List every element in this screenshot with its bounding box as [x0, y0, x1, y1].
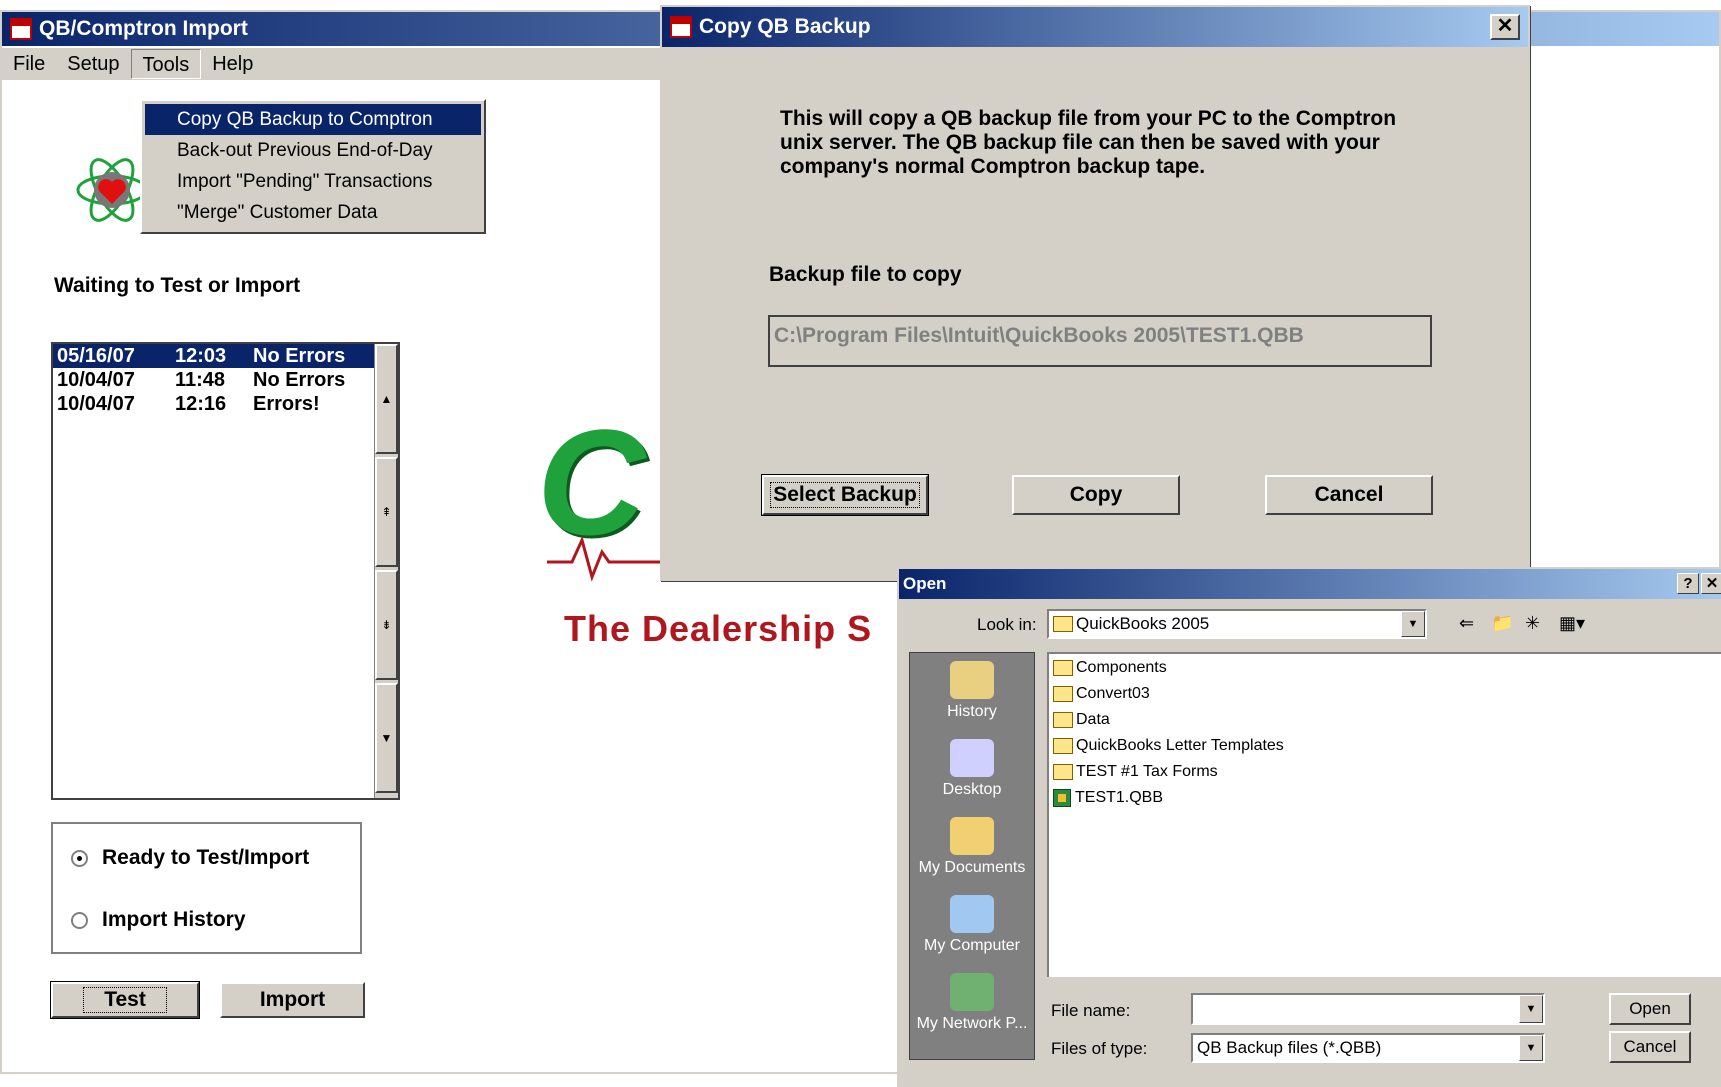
backup-path-field: C:\Program Files\Intuit\QuickBooks 2005\…	[768, 315, 1432, 367]
chevron-down-icon[interactable]: ▼	[1519, 995, 1543, 1023]
scroll-up-button[interactable]: ▲	[375, 344, 398, 454]
menu-help[interactable]: Help	[201, 49, 264, 79]
look-in-combo[interactable]: QuickBooks 2005 ▼	[1047, 609, 1427, 639]
list-item[interactable]: QuickBooks Letter Templates	[1053, 737, 1284, 755]
list-item[interactable]: 10/04/07 11:48 No Errors	[53, 368, 375, 392]
folder-icon	[1053, 616, 1073, 632]
network-icon	[950, 973, 994, 1011]
place-history[interactable]: History	[910, 661, 1034, 721]
look-in-label: Look in:	[977, 615, 1037, 634]
place-my-documents[interactable]: My Documents	[910, 817, 1034, 877]
menu-tools[interactable]: Tools	[130, 49, 202, 79]
view-menu-icon[interactable]: ▦▾	[1559, 613, 1585, 634]
mode-group: Ready to Test/Import Import History	[51, 822, 362, 954]
places-bar: History Desktop My Documents My Computer…	[909, 652, 1035, 1060]
list-item[interactable]: Data	[1053, 711, 1110, 729]
heart-atom-logo	[76, 158, 148, 222]
up-folder-icon[interactable]: 📁	[1491, 613, 1513, 634]
qbb-file-icon	[1053, 789, 1071, 807]
help-icon[interactable]: ?	[1677, 573, 1699, 594]
list-item[interactable]: Components	[1053, 659, 1167, 677]
history-listbox[interactable]: 05/16/07 12:03 No Errors 10/04/07 11:48 No E…	[51, 342, 400, 800]
new-folder-icon[interactable]: ✳	[1525, 613, 1540, 634]
test-button[interactable]: Test	[50, 981, 200, 1019]
menubar: File Setup Tools Help	[2, 48, 662, 80]
menu-merge-customer[interactable]: "Merge" Customer Data	[145, 197, 481, 228]
status-label: Waiting to Test or Import	[54, 274, 301, 297]
tools-dropdown-menu: Copy QB Backup to Comptron Back-out Prev…	[140, 99, 486, 234]
radio-button-icon[interactable]	[71, 911, 88, 929]
menu-import-pending[interactable]: Import "Pending" Transactions	[145, 166, 481, 197]
file-list[interactable]: Components Convert03 Data QuickBooks Let…	[1047, 652, 1721, 977]
list-scrollbar[interactable]: ▲ ⇞ ⇟ ▼	[374, 344, 398, 798]
place-my-network[interactable]: My Network P...	[910, 973, 1034, 1033]
list-item[interactable]: TEST1.QBB	[1053, 789, 1163, 807]
list-item[interactable]: 10/04/07 12:16 Errors!	[53, 392, 375, 416]
scroll-page-up-button[interactable]: ⇞	[375, 457, 398, 567]
heartbeat-line-icon	[547, 535, 677, 582]
folder-icon	[1053, 686, 1073, 702]
select-backup-button[interactable]: Select Backup	[761, 474, 929, 516]
open-dialog-title: Open	[903, 574, 947, 593]
place-my-computer[interactable]: My Computer	[910, 895, 1034, 955]
folder-icon	[1053, 660, 1073, 676]
scroll-page-down-button[interactable]: ⇟	[375, 570, 398, 680]
copy-description: This will copy a QB backup file from you…	[780, 107, 1397, 178]
copy-dialog-titlebar: Copy QB Backup ✕	[662, 7, 1528, 47]
radio-button-icon[interactable]	[71, 849, 88, 867]
open-file-dialog: Open ? ✕ Look in: QuickBooks 2005 ▼ ⇐ 📁 …	[897, 567, 1721, 1087]
place-desktop[interactable]: Desktop	[910, 739, 1034, 799]
folder-icon	[1053, 738, 1073, 754]
file-type-label: Files of type:	[1051, 1039, 1148, 1058]
close-icon[interactable]: ✕	[1701, 573, 1721, 594]
open-dialog-titlebar: Open ? ✕	[899, 569, 1721, 599]
app-icon	[10, 18, 32, 40]
history-icon	[950, 661, 994, 699]
copy-dialog-title: Copy QB Backup	[699, 15, 871, 38]
folder-icon	[1053, 712, 1073, 728]
list-item[interactable]: TEST #1 Tax Forms	[1053, 763, 1218, 781]
copy-backup-dialog: Copy QB Backup ✕ This will copy a QB bac…	[660, 5, 1530, 581]
chevron-down-icon[interactable]: ▼	[1519, 1035, 1543, 1061]
folder-icon	[1053, 764, 1073, 780]
file-name-label: File name:	[1051, 1001, 1131, 1020]
main-title: QB/Comptron Import	[39, 17, 248, 40]
copy-button[interactable]: Copy	[1012, 475, 1180, 515]
list-item[interactable]: Convert03	[1053, 685, 1150, 703]
close-icon[interactable]: ✕	[1490, 14, 1520, 40]
desktop-icon	[950, 739, 994, 777]
cancel-button[interactable]: Cancel	[1265, 475, 1433, 515]
computer-icon	[950, 895, 994, 933]
file-name-input[interactable]: ▼	[1191, 993, 1545, 1025]
import-button[interactable]: Import	[220, 982, 365, 1018]
menu-setup[interactable]: Setup	[56, 49, 130, 79]
menu-back-out-eod[interactable]: Back-out Previous End-of-Day	[145, 135, 481, 166]
menu-copy-qb-backup[interactable]: Copy QB Backup to Comptron	[145, 104, 481, 135]
scroll-down-button[interactable]: ▼	[375, 683, 398, 793]
back-arrow-icon[interactable]: ⇐	[1459, 613, 1474, 634]
file-type-select[interactable]: QB Backup files (*.QBB) ▼	[1191, 1033, 1545, 1063]
chevron-down-icon[interactable]: ▼	[1401, 611, 1425, 637]
cancel-button[interactable]: Cancel	[1609, 1031, 1691, 1063]
backup-file-label: Backup file to copy	[769, 263, 962, 286]
menu-file[interactable]: File	[2, 49, 56, 79]
radio-ready[interactable]: Ready to Test/Import	[71, 846, 309, 870]
app-icon	[670, 16, 692, 38]
documents-folder-icon	[950, 817, 994, 855]
list-item[interactable]: 05/16/07 12:03 No Errors	[53, 344, 375, 368]
radio-history[interactable]: Import History	[71, 908, 246, 932]
open-button[interactable]: Open	[1609, 993, 1691, 1025]
logo-tagline: The Dealership S	[564, 608, 873, 649]
